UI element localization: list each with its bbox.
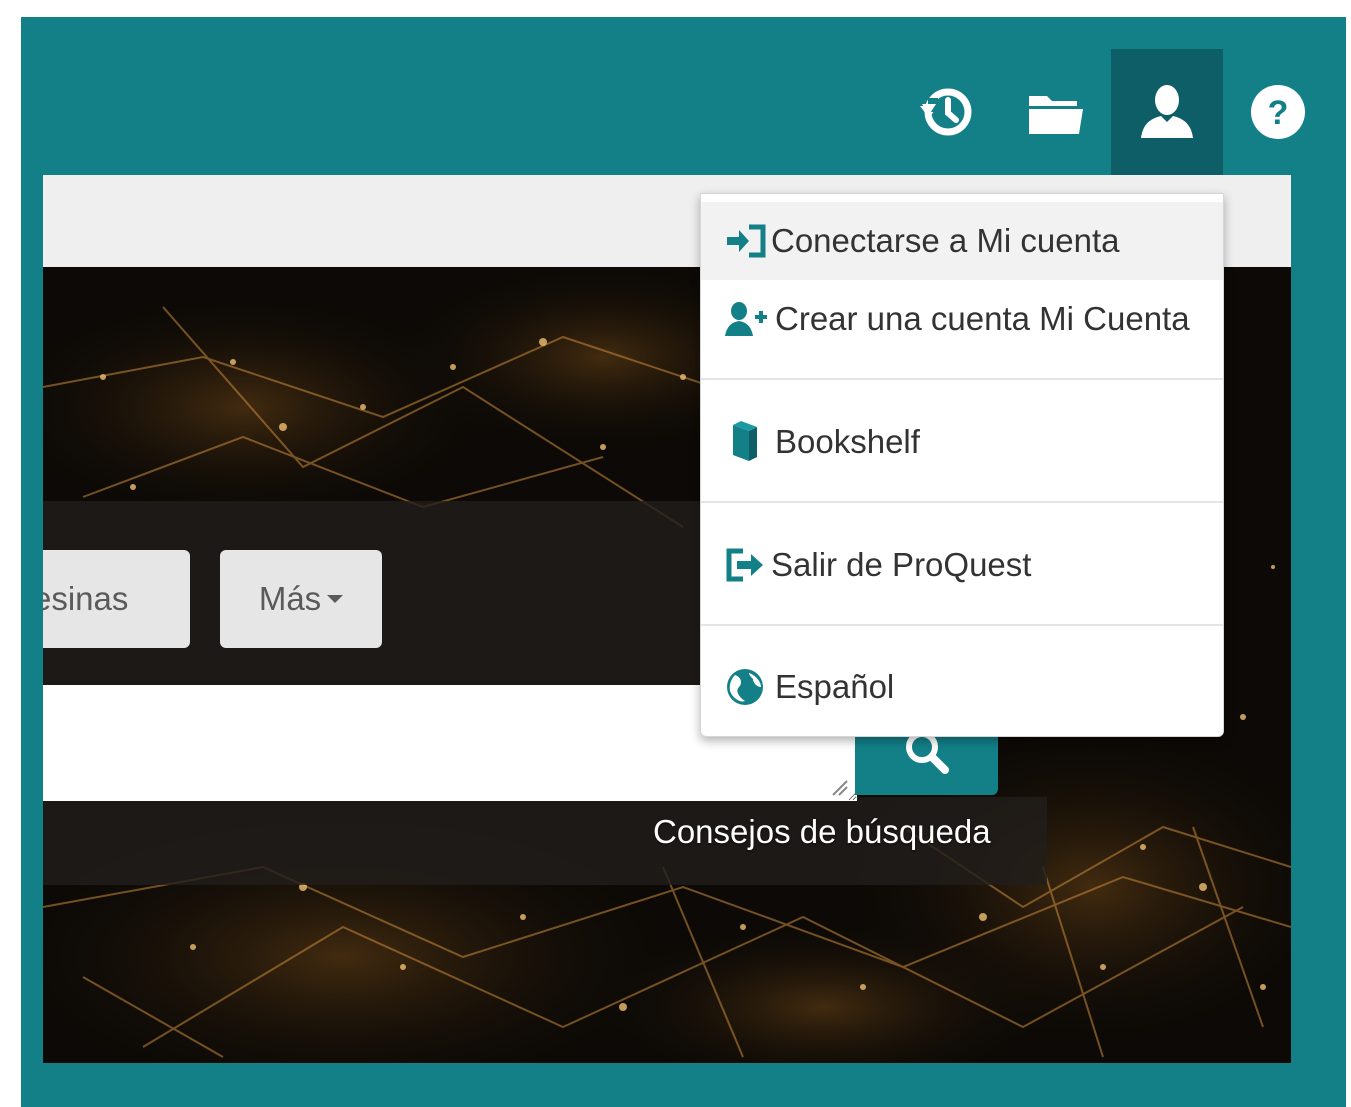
menu-item-sign-in[interactable]: Conectarse a Mi cuenta <box>701 202 1223 280</box>
menu-item-bookshelf[interactable]: Bookshelf <box>701 400 1223 484</box>
source-tab-tesinas[interactable]: esinas <box>43 550 190 648</box>
help-icon: ? <box>1251 85 1305 139</box>
menu-divider <box>701 501 1223 503</box>
folder-icon <box>1029 96 1083 134</box>
menu-divider <box>701 624 1223 626</box>
my-account-button[interactable] <box>1111 49 1223 175</box>
menu-item-language[interactable]: Español <box>701 646 1223 728</box>
menu-item-sign-out[interactable]: Salir de ProQuest <box>701 524 1223 606</box>
history-icon <box>920 88 972 136</box>
user-account-menu: Conectarse a Mi cuenta Crear una cuenta … <box>700 193 1224 737</box>
caret-down-icon <box>327 595 344 603</box>
sign-out-icon <box>726 548 763 582</box>
help-button[interactable]: ? <box>1222 49 1334 175</box>
more-sources-dropdown[interactable]: Más <box>220 550 382 648</box>
globe-icon <box>727 669 763 705</box>
resize-grip-icon[interactable] <box>827 775 849 797</box>
user-icon <box>1141 85 1193 138</box>
book-icon <box>733 421 757 461</box>
menu-divider <box>701 378 1223 380</box>
svg-text:?: ? <box>1268 94 1289 132</box>
recent-searches-button[interactable] <box>890 49 1002 175</box>
search-tips-link[interactable]: Consejos de búsqueda <box>653 813 991 851</box>
my-research-button[interactable] <box>1000 49 1112 175</box>
user-plus-icon <box>725 302 767 336</box>
sign-in-icon <box>727 224 766 258</box>
menu-item-create-account[interactable]: Crear una cuenta Mi Cuenta <box>701 280 1223 358</box>
